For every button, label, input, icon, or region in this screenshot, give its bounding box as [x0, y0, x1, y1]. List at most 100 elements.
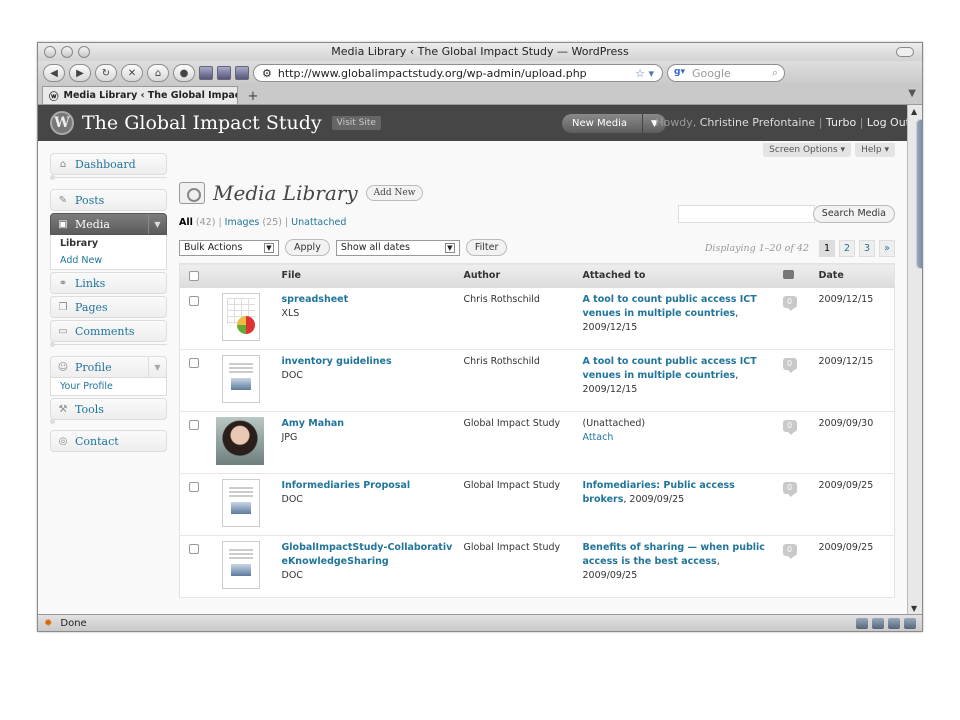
filter-count: (25)	[262, 217, 282, 228]
row-checkbox[interactable]	[189, 296, 199, 306]
window-title: Media Library ‹ The Global Impact Study …	[331, 45, 629, 58]
star-icon[interactable]: ☆ ▾	[635, 67, 654, 80]
row-checkbox[interactable]	[189, 544, 199, 554]
submenu-add-new[interactable]: Add New	[51, 252, 166, 269]
print-icon[interactable]	[217, 66, 231, 80]
sidebar-item-media[interactable]: ▣ Media ▼	[50, 213, 167, 235]
bookmark-icon[interactable]	[199, 66, 213, 80]
mail-icon[interactable]	[888, 617, 900, 629]
row-checkbox[interactable]	[189, 420, 199, 430]
add-new-button[interactable]: Add New	[365, 185, 424, 201]
screen-options-button[interactable]: Screen Options ▾	[763, 143, 852, 157]
help-button[interactable]: Help ▾	[855, 143, 895, 157]
toolbar-toggle-button[interactable]	[896, 47, 914, 57]
page-1-link[interactable]: 1	[819, 240, 835, 257]
file-name-link[interactable]: Informediaries Proposal	[282, 479, 456, 493]
scroll-up-icon[interactable]: ▲	[911, 107, 917, 116]
scroll-down-icon[interactable]: ▼	[911, 604, 917, 613]
sidebar-item-pages[interactable]: ❐ Pages	[50, 296, 167, 318]
select-all-checkbox[interactable]	[189, 270, 199, 281]
author-column-header[interactable]: Author	[459, 263, 579, 288]
attached-post-link[interactable]: Benefits of sharing — when public access…	[583, 542, 765, 567]
home-button[interactable]: ⌂	[147, 64, 169, 82]
file-name-link[interactable]: GlobalImpactStudy-CollaborativeKnowledge…	[282, 541, 456, 569]
tab-list-icon[interactable]: ▼	[908, 88, 916, 99]
comment-count-badge[interactable]: 0	[782, 544, 797, 559]
filter-button[interactable]: Filter	[465, 239, 508, 256]
comment-bubble-icon	[782, 269, 794, 279]
tab-media-library[interactable]: ⓦ Media Library ‹ The Global Impact ...	[42, 86, 238, 104]
sidebar-item-tools[interactable]: ⚒ Tools	[50, 398, 167, 420]
new-media-button[interactable]: New Media ▼	[562, 114, 666, 133]
turbo-link[interactable]: Turbo	[826, 116, 856, 129]
filter-unattached[interactable]: Unattached	[291, 217, 346, 228]
chevron-down-icon[interactable]: ▼	[148, 357, 166, 377]
document-thumbnail-icon[interactable]	[221, 479, 260, 527]
search-media-button[interactable]: Search Media	[812, 205, 895, 223]
magnifier-icon: ⌕	[771, 66, 778, 79]
settings-icon[interactable]	[904, 617, 916, 629]
attached-column-header[interactable]: Attached to	[578, 263, 779, 288]
apply-button[interactable]: Apply	[285, 239, 330, 256]
addon-button[interactable]: ●	[173, 64, 195, 82]
user-name-link[interactable]: Christine Prefontaine	[700, 116, 815, 129]
site-title[interactable]: The Global Impact Study	[82, 112, 322, 134]
attach-link[interactable]: Attach	[583, 431, 775, 445]
sidebar-item-contact[interactable]: ◎ Contact	[50, 430, 167, 452]
stop-button[interactable]: ✕	[121, 64, 143, 82]
comment-count-badge[interactable]: 0	[782, 296, 797, 311]
row-checkbox[interactable]	[189, 358, 199, 368]
sidebar-item-dashboard[interactable]: ⌂ Dashboard	[50, 153, 167, 175]
document-thumbnail-icon[interactable]	[221, 355, 260, 403]
attached-post-link[interactable]: A tool to count public access ICT venues…	[583, 356, 757, 381]
close-window-button[interactable]	[44, 46, 56, 58]
submenu-library[interactable]: Library	[51, 235, 166, 252]
web-search-field[interactable]: g▾ Google ⌕	[667, 64, 785, 82]
file-name-link[interactable]: Amy Mahan	[282, 417, 456, 431]
scrollbar-thumb[interactable]	[916, 119, 922, 269]
sidebar-item-links[interactable]: ⚭ Links	[50, 272, 167, 294]
media-search-input[interactable]	[678, 205, 815, 223]
filter-all[interactable]: All	[179, 217, 193, 228]
attached-post-link[interactable]: A tool to count public access ICT venues…	[583, 294, 757, 319]
network-status-icon[interactable]	[872, 617, 884, 629]
document-thumbnail-icon[interactable]	[221, 541, 260, 589]
pagination: Displaying 1–20 of 42 1 2 3 »	[705, 240, 895, 257]
filter-images[interactable]: Images	[225, 217, 260, 228]
address-bar[interactable]: ⚙ http://www.globalimpactstudy.org/wp-ad…	[253, 64, 663, 82]
comment-count-badge[interactable]: 0	[782, 358, 797, 373]
submenu-your-profile[interactable]: Your Profile	[51, 378, 166, 395]
comment-count-badge[interactable]: 0	[782, 420, 797, 435]
back-button[interactable]: ◀	[43, 64, 65, 82]
forward-button[interactable]: ▶	[69, 64, 91, 82]
home-icon: ⌂	[154, 67, 162, 79]
bulk-actions-select[interactable]: Bulk Actions ▼	[179, 239, 279, 256]
chevron-down-icon[interactable]: ▼	[148, 214, 166, 234]
visit-site-button[interactable]: Visit Site	[331, 116, 381, 130]
vertical-scrollbar[interactable]: ▲ ▼	[907, 105, 922, 615]
status-icons	[856, 617, 916, 629]
logout-link[interactable]: Log Out	[867, 116, 910, 129]
next-page-link[interactable]: »	[879, 240, 895, 257]
spreadsheet-thumbnail-icon[interactable]	[221, 293, 260, 341]
row-checkbox[interactable]	[189, 482, 199, 492]
new-tab-button[interactable]: +	[242, 88, 264, 104]
page-3-link[interactable]: 3	[859, 240, 875, 257]
zoom-window-button[interactable]	[78, 46, 90, 58]
screenshot-icon[interactable]	[235, 66, 249, 80]
author-cell: Global Impact Study	[459, 473, 579, 536]
reload-button[interactable]: ↻	[95, 64, 117, 82]
file-name-link[interactable]: inventory guidelines	[282, 355, 456, 369]
date-column-header[interactable]: Date	[814, 263, 895, 288]
minimize-window-button[interactable]	[61, 46, 73, 58]
sidebar-item-profile[interactable]: ☺ Profile ▼	[50, 356, 167, 378]
file-column-header[interactable]: File	[277, 263, 460, 288]
comment-count-badge[interactable]: 0	[782, 482, 797, 497]
file-name-link[interactable]: spreadsheet	[282, 293, 456, 307]
sidebar-item-posts[interactable]: ✎ Posts	[50, 189, 167, 211]
sidebar-item-comments[interactable]: ▭ Comments	[50, 320, 167, 342]
page-2-link[interactable]: 2	[839, 240, 855, 257]
addon-status-icon[interactable]	[856, 617, 868, 629]
date-filter-select[interactable]: Show all dates ▼	[335, 239, 460, 256]
photo-thumbnail[interactable]	[215, 417, 264, 465]
